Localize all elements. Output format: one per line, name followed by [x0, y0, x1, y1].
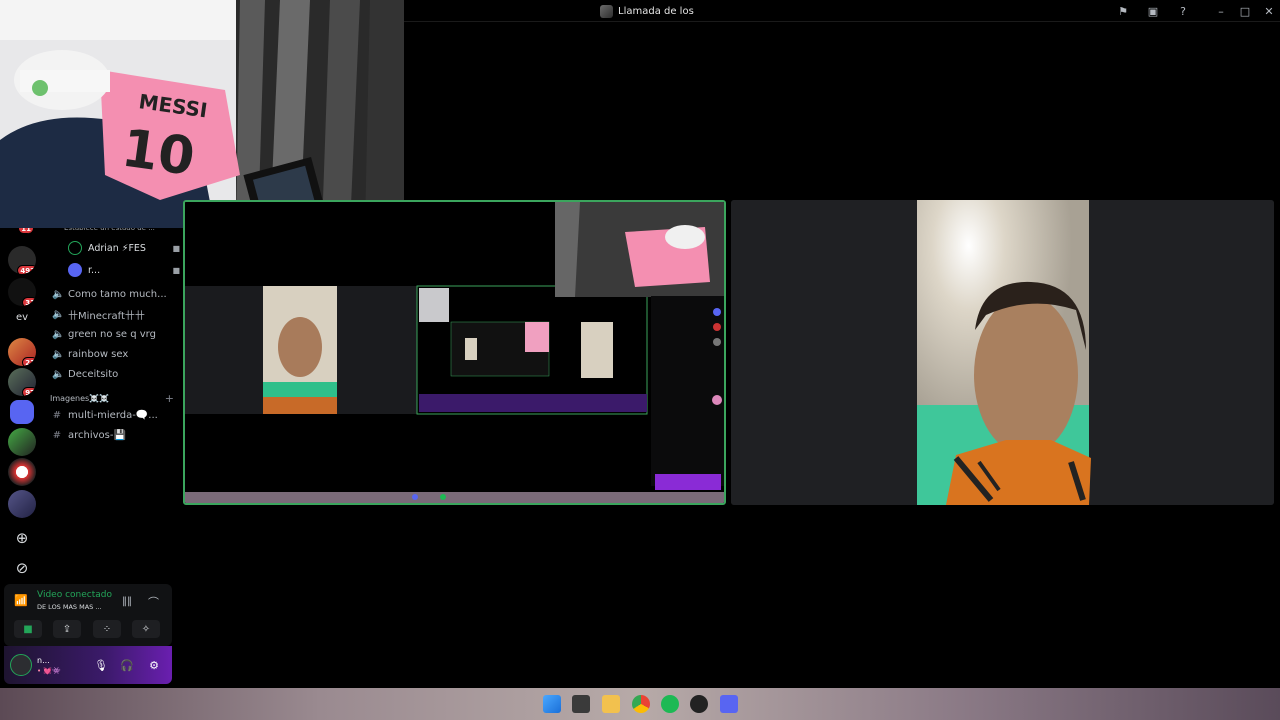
headphones-icon[interactable]: 🎧	[119, 657, 135, 673]
camera-icon: ■	[172, 265, 180, 275]
server-5[interactable]: 21	[8, 338, 36, 366]
channel-name: 卄Minecraft卄卄	[68, 310, 145, 322]
speaker-icon: 🔈	[52, 308, 65, 320]
channel-name: rainbow sex	[68, 348, 129, 360]
file-explorer-icon[interactable]	[602, 695, 620, 713]
remote-camera-tile[interactable]	[731, 200, 1274, 505]
channel-name: Deceitsito	[68, 368, 119, 380]
mention-badge: 492	[17, 265, 36, 274]
discord-window: Llamada de los ⚑ ▣ ? – □ ✕ 11 492 31 ev …	[0, 0, 1280, 720]
speaker-icon: 🔈	[52, 328, 65, 340]
hash-icon: #	[52, 409, 62, 421]
soundboard-button[interactable]: ✧	[132, 620, 160, 638]
server-8[interactable]	[8, 428, 36, 456]
flag-icon[interactable]: ⚑	[1115, 3, 1131, 19]
channel-name: archivos-💾	[68, 429, 126, 441]
settings-gear-icon[interactable]: ⚙	[146, 657, 162, 673]
voice-user-name: Adrian ⚡FES	[88, 242, 146, 254]
screen-share-tile[interactable]	[183, 200, 726, 505]
channel-name: Como tamo much...	[68, 288, 167, 300]
voice-channel[interactable]: 🔈 green no se q vrg	[52, 325, 174, 343]
help-icon[interactable]: ?	[1175, 3, 1191, 19]
jersey-number: 10	[118, 118, 198, 187]
text-channel[interactable]: # multi-mierda-🗨️...	[52, 406, 174, 424]
channel-name: multi-mierda-🗨️...	[68, 409, 158, 421]
voice-user-r[interactable]: r... ■	[68, 262, 180, 278]
server-9[interactable]	[8, 458, 36, 486]
user-panel: n... • 💓👾 🎙 🎧 ⚙	[4, 646, 172, 684]
disconnect-icon[interactable]: ⌒	[148, 594, 159, 610]
channel-name: green no se q vrg	[68, 328, 156, 340]
voice-channel[interactable]: 🔈 Como tamo much...	[52, 285, 174, 303]
screen-share-button[interactable]: ⇪	[53, 620, 81, 638]
noise-suppression-icon[interactable]: ‖‖	[122, 596, 132, 607]
add-server-icon[interactable]: ⊕	[8, 524, 36, 552]
inbox-icon[interactable]: ▣	[1145, 3, 1161, 19]
discover-icon[interactable]: ⊘	[8, 554, 36, 582]
camera-button[interactable]: ■	[14, 620, 42, 638]
server-3[interactable]: 31	[8, 278, 36, 306]
signal-icon[interactable]: 📶	[14, 594, 28, 607]
server-ev[interactable]: ev	[8, 306, 36, 328]
server-icon	[600, 4, 613, 18]
avatar	[68, 263, 82, 277]
discord-icon[interactable]	[720, 695, 738, 713]
search-icon[interactable]	[572, 695, 590, 713]
maximize-icon[interactable]: □	[1237, 3, 1253, 19]
mention-badge: 97	[22, 387, 36, 396]
channel-category[interactable]: Imagenes☠️☠️ +	[50, 392, 174, 405]
microphone-icon[interactable]: 🎙	[93, 657, 109, 673]
window-title: Llamada de los	[600, 3, 694, 19]
camera-icon: ■	[172, 243, 180, 253]
voice-channel[interactable]: 🔈 rainbow sex	[52, 345, 174, 363]
window-title-text: Llamada de los	[618, 5, 694, 17]
os-taskbar	[0, 688, 1280, 720]
self-camera-image: MESSI 10	[0, 0, 404, 228]
voice-connection-panel: 📶 Video conectado DE LOS MAS MAS ... ‖‖ …	[4, 584, 172, 646]
folder-server[interactable]	[10, 400, 34, 424]
category-label: Imagenes☠️☠️	[50, 393, 110, 403]
screen-share-content	[185, 202, 724, 503]
speaker-icon: 🔈	[52, 288, 65, 300]
activities-button[interactable]: ⁘	[93, 620, 121, 638]
mention-badge: 31	[22, 297, 36, 306]
app-icon[interactable]	[690, 695, 708, 713]
voice-channel-name[interactable]: DE LOS MAS MAS ...	[37, 603, 102, 611]
text-channel[interactable]: # archivos-💾	[52, 426, 174, 444]
self-camera-preview[interactable]: MESSI 10	[0, 0, 404, 228]
hash-icon: #	[52, 429, 62, 441]
minimize-icon[interactable]: –	[1213, 3, 1229, 19]
channel-list: Establece un estado de ... Adrian ⚡FES ■…	[44, 222, 180, 582]
voice-channel[interactable]: 🔈 卄Minecraft卄卄	[52, 305, 174, 323]
remote-camera-video	[731, 200, 1274, 505]
voice-status[interactable]: Video conectado	[37, 590, 112, 600]
server-2[interactable]: 492	[8, 246, 36, 274]
user-status: • 💓👾	[37, 667, 61, 675]
close-icon[interactable]: ✕	[1261, 3, 1277, 19]
user-name[interactable]: n...	[37, 656, 50, 665]
server-10[interactable]	[8, 490, 36, 518]
spotify-icon[interactable]	[661, 695, 679, 713]
mention-badge: 21	[22, 357, 36, 366]
voice-user-adrian[interactable]: Adrian ⚡FES ■	[68, 240, 180, 256]
speaker-icon: 🔈	[52, 348, 65, 360]
add-channel-icon[interactable]: +	[165, 392, 174, 405]
server-6[interactable]: 97	[8, 368, 36, 396]
avatar	[68, 241, 82, 255]
voice-user-name: r...	[88, 264, 101, 276]
avatar[interactable]	[10, 654, 32, 676]
chrome-icon[interactable]	[632, 695, 650, 713]
voice-channel[interactable]: 🔈 Deceitsito	[52, 365, 174, 383]
windows-start-icon[interactable]	[543, 695, 561, 713]
speaker-icon: 🔈	[52, 368, 65, 380]
